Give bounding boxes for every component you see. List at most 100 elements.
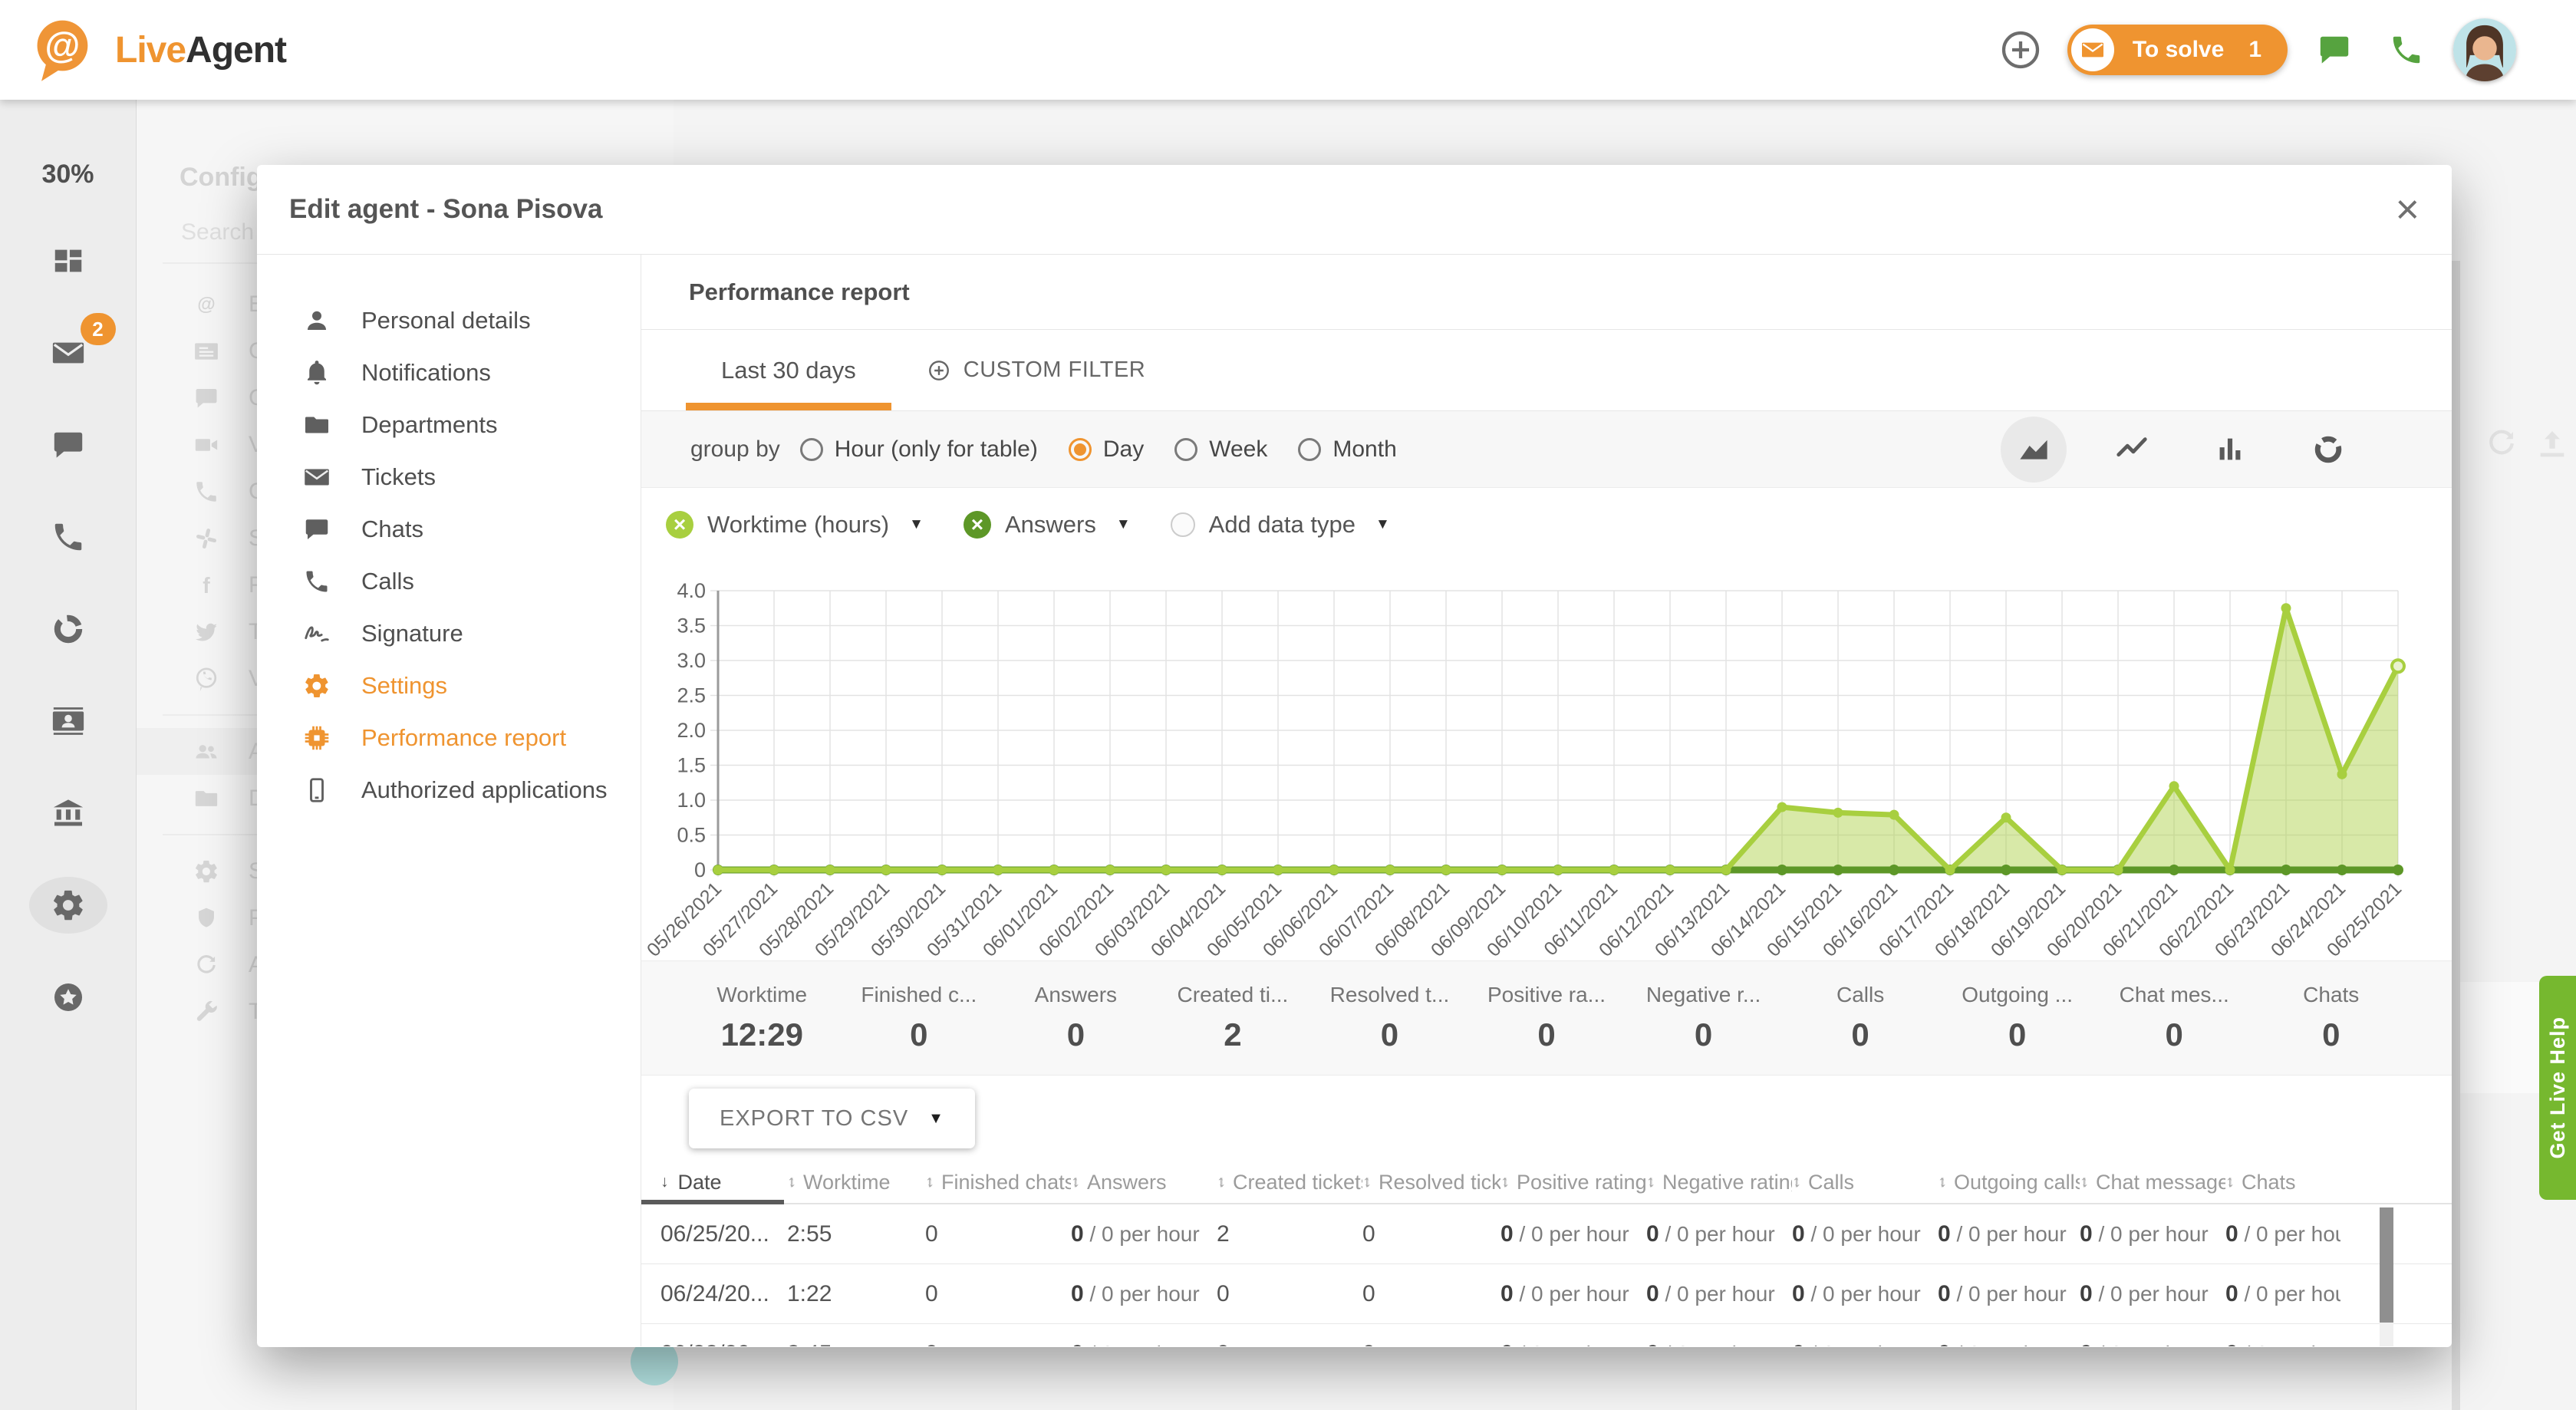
modal-nav-tickets[interactable]: Tickets <box>257 451 641 503</box>
column-header-chats[interactable]: ↑↓Chats <box>2225 1171 2340 1194</box>
column-header-date[interactable]: ↓Date <box>660 1171 787 1194</box>
table-cell: 0 / 0 per hour <box>1646 1341 1792 1347</box>
column-header-outgoing-calls[interactable]: ↑↓Outgoing calls <box>1938 1171 2080 1194</box>
radio-unselected-icon[interactable] <box>1174 438 1197 461</box>
group-by-option-hour-only-for-table[interactable]: Hour (only for table) <box>800 437 1038 463</box>
radio-unselected-icon[interactable] <box>1298 438 1321 461</box>
modal-nav-calls[interactable]: Calls <box>257 555 641 608</box>
user-avatar[interactable] <box>2453 18 2516 81</box>
envelope-icon <box>2071 28 2114 71</box>
modal-nav-chats[interactable]: Chats <box>257 503 641 555</box>
table-scrollbar-thumb[interactable] <box>2380 1207 2393 1323</box>
table-row[interactable]: 06/24/20...1:2200 / 0 per hour000 / 0 pe… <box>641 1264 2452 1324</box>
sort-desc-icon: ↓ <box>660 1173 669 1191</box>
modal-nav-settings[interactable]: Settings <box>257 660 641 712</box>
nav-item-label: Notifications <box>361 359 491 387</box>
live-help-label: Get Live Help <box>2546 1016 2570 1159</box>
sidebar-item-phone[interactable] <box>44 512 93 562</box>
tab-last-30-days[interactable]: Last 30 days <box>686 330 891 410</box>
contacts-icon <box>51 703 86 739</box>
star-circle-icon <box>51 980 86 1015</box>
chart-type-donut-chart[interactable] <box>2295 417 2361 483</box>
stat-calls: Calls0 <box>1782 983 1939 1053</box>
column-header-answers[interactable]: ↑↓Answers <box>1071 1171 1217 1194</box>
sidebar-item-gear[interactable] <box>44 881 93 930</box>
svg-text:1.5: 1.5 <box>677 754 706 777</box>
radio-selected-icon[interactable] <box>1069 438 1092 461</box>
table-cell: 0 / 0 per hour <box>2225 1221 2340 1247</box>
stat-label: Chat mes... <box>2096 983 2253 1007</box>
stat-value: 0 <box>997 1016 1155 1053</box>
sidebar-item-star-circle[interactable] <box>44 973 93 1022</box>
group-by-option-month[interactable]: Month <box>1298 437 1396 463</box>
modal-nav-signature[interactable]: Signature <box>257 608 641 660</box>
series-chip-worktime-hours[interactable]: ×Worktime (hours)▼ <box>666 511 924 539</box>
caret-down-icon[interactable]: ▼ <box>909 516 924 533</box>
remove-series-icon[interactable]: × <box>964 511 991 539</box>
stat-value: 0 <box>1311 1016 1468 1053</box>
table-cell: 0 / 0 per hour <box>1792 1341 1938 1347</box>
calls-button[interactable] <box>2381 25 2432 75</box>
chart-type-area-chart[interactable] <box>2001 417 2067 483</box>
table-row[interactable]: 06/25/20...2:5500 / 0 per hour200 / 0 pe… <box>641 1204 2452 1264</box>
column-header-label: Negative rating <box>1662 1171 1792 1194</box>
modal-nav-authorized-applications[interactable]: Authorized applications <box>257 764 641 816</box>
live-help-ribbon[interactable]: Get Live Help <box>2539 976 2576 1200</box>
liveagent-bubble-icon: @ <box>28 14 100 86</box>
to-solve-button[interactable]: To solve 1 <box>2067 25 2288 75</box>
export-csv-button[interactable]: EXPORT TO CSV ▼ <box>689 1089 975 1148</box>
chart-type-bar-chart[interactable] <box>2197 417 2263 483</box>
mobile-icon <box>303 776 331 804</box>
group-by-option-week[interactable]: Week <box>1174 437 1267 463</box>
column-header-calls[interactable]: ↑↓Calls <box>1792 1171 1938 1194</box>
column-header-negative-rating[interactable]: ↑↓Negative rating <box>1646 1171 1792 1194</box>
column-header-resolved-tickets[interactable]: ↑↓Resolved tickets <box>1362 1171 1500 1194</box>
sidebar-item-chat[interactable] <box>44 420 93 469</box>
column-header-label: Chat messages <box>2096 1171 2225 1194</box>
table-cell: 2:55 <box>787 1221 925 1247</box>
radio-label: Hour (only for table) <box>835 437 1038 463</box>
table-cell: 0 / 0 per hour <box>1500 1341 1646 1347</box>
stat-label: Outgoing ... <box>1939 983 2096 1007</box>
chart-type-line-chart[interactable] <box>2099 417 2165 483</box>
sidebar-item-contacts[interactable] <box>44 697 93 746</box>
group-by-option-day[interactable]: Day <box>1069 437 1144 463</box>
column-header-chat-messages[interactable]: ↑↓Chat messages <box>2080 1171 2225 1194</box>
sidebar-item-bank[interactable] <box>44 789 93 838</box>
stat-answers: Answers0 <box>997 983 1155 1053</box>
phone-icon <box>51 519 86 555</box>
stat-resolved-t: Resolved t...0 <box>1311 983 1468 1053</box>
modal-nav-notifications[interactable]: Notifications <box>257 347 641 399</box>
remove-series-icon[interactable]: × <box>666 511 693 539</box>
modal-nav-performance-report[interactable]: Performance report <box>257 712 641 764</box>
tab-label: CUSTOM FILTER <box>964 357 1145 383</box>
sidebar-item-envelope[interactable]: 2 <box>44 328 93 377</box>
unread-badge: 2 <box>81 313 116 345</box>
dashboard-icon <box>51 243 86 278</box>
add-button[interactable] <box>1995 25 2046 75</box>
envelope-icon <box>51 335 86 371</box>
table-cell: 0 / 0 per hour <box>1938 1341 2080 1347</box>
sidebar-item-dashboard[interactable] <box>44 236 93 285</box>
caret-down-icon[interactable]: ▼ <box>1375 516 1390 533</box>
radio-unselected-icon[interactable] <box>800 438 823 461</box>
liveagent-logo: @ LiveAgent <box>28 14 286 86</box>
column-header-worktime[interactable]: ↑↓Worktime <box>787 1171 925 1194</box>
column-header-finished-chats[interactable]: ↑↓Finished chats <box>925 1171 1071 1194</box>
table-scrollbar[interactable] <box>2380 1207 2393 1346</box>
add-data-type-chip[interactable]: Add data type▼ <box>1171 511 1390 539</box>
svg-text:1.0: 1.0 <box>677 789 706 812</box>
modal-nav-departments[interactable]: Departments <box>257 399 641 451</box>
column-header-positive-rating[interactable]: ↑↓Positive rating <box>1500 1171 1646 1194</box>
series-chip-answers[interactable]: ×Answers▼ <box>964 511 1131 539</box>
close-icon[interactable]: × <box>2395 189 2420 230</box>
sidebar-item-donut[interactable] <box>44 605 93 654</box>
stat-label: Negative r... <box>1625 983 1782 1007</box>
caret-down-icon[interactable]: ▼ <box>1116 516 1131 533</box>
table-row[interactable]: 06/23/20...3:4500 / 0 per hour000 / 0 pe… <box>641 1324 2452 1346</box>
column-header-label: Calls <box>1808 1171 1854 1194</box>
modal-nav-personal-details[interactable]: Personal details <box>257 295 641 347</box>
chats-button[interactable] <box>2309 25 2360 75</box>
tab-custom-filter[interactable]: CUSTOM FILTER <box>891 330 1181 410</box>
column-header-created-tickets[interactable]: ↑↓Created tickets <box>1217 1171 1362 1194</box>
